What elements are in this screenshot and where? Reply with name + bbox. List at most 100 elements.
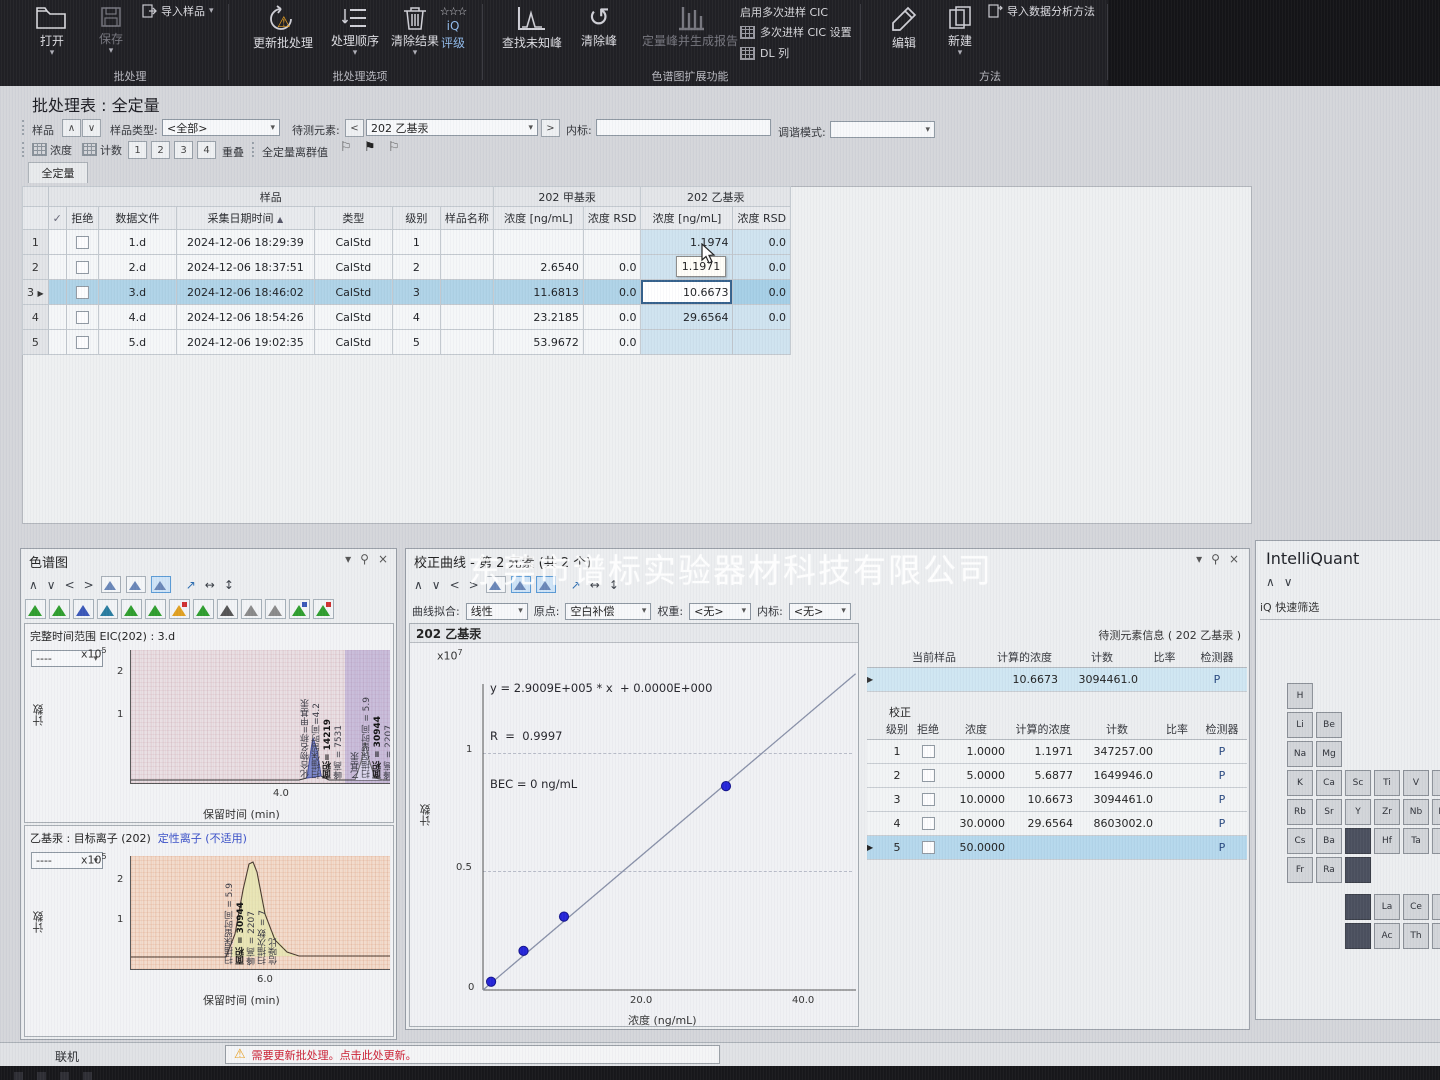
periodic-element-Na[interactable]: Na — [1287, 741, 1313, 767]
periodic-element-Ta[interactable]: Ta — [1403, 828, 1429, 854]
peak-tool-icon-10[interactable] — [265, 599, 286, 619]
detector-cell[interactable]: P — [1197, 788, 1247, 812]
periodic-element-H[interactable]: H — [1287, 683, 1313, 709]
flag-outline-icon2[interactable]: ⚐ — [388, 140, 400, 155]
analyte-prev-button[interactable]: < — [345, 119, 364, 137]
col-conc[interactable]: 浓度 — [943, 719, 1009, 740]
periodic-element-Be[interactable]: Be — [1316, 712, 1342, 738]
zoom-out-full-button[interactable]: ↗ — [184, 578, 198, 592]
samplename-cell[interactable] — [440, 330, 493, 355]
analyte-next-button[interactable]: > — [541, 119, 560, 137]
peak-tool-icon-6[interactable] — [169, 599, 190, 619]
samplename-cell[interactable] — [440, 255, 493, 280]
multi-injection-cic-settings[interactable]: 多次进样 CIC 设置 — [740, 24, 852, 40]
peak-tool-icon-12[interactable] — [313, 599, 334, 619]
detector-cell[interactable]: P — [1197, 836, 1247, 860]
level-cell[interactable]: 4 — [392, 305, 440, 330]
outlier-grip[interactable] — [252, 142, 258, 157]
periodic-series-marker[interactable] — [1345, 828, 1371, 854]
me-rsd-cell[interactable] — [583, 230, 641, 255]
show-counts-toggle[interactable]: 计数 — [80, 141, 124, 158]
calc-conc-cell[interactable]: 10.6673 — [1009, 788, 1077, 812]
et-conc-cell[interactable]: 29.6564 — [641, 305, 733, 330]
autoscale-x-button[interactable]: ↔ — [588, 578, 602, 592]
show-concentration-toggle[interactable]: 浓度 — [30, 141, 74, 158]
me-conc-cell[interactable]: 23.2185 — [493, 305, 583, 330]
periodic-series-marker[interactable] — [1345, 923, 1371, 949]
col-header-me-conc[interactable]: 浓度 [ng/mL] — [493, 207, 583, 230]
reject-checkbox[interactable] — [76, 286, 89, 299]
autoscale-y-button[interactable]: ↕ — [607, 578, 621, 592]
level-cell[interactable]: 5 — [392, 330, 440, 355]
et-rsd-cell[interactable] — [733, 330, 791, 355]
counts-cell[interactable] — [1077, 836, 1157, 860]
counts-cell[interactable]: 1649946.0 — [1077, 764, 1157, 788]
periodic-element-V[interactable]: V — [1403, 770, 1429, 796]
nav-up-button[interactable]: ∧ — [27, 578, 40, 592]
nav-next-button[interactable]: > — [467, 578, 481, 592]
periodic-series-marker[interactable] — [1345, 894, 1371, 920]
sample-down-button[interactable]: ∨ — [82, 119, 101, 137]
find-unknown-peaks-button[interactable]: 查找未知峰 — [498, 5, 566, 51]
conc-cell[interactable]: 1.0000 — [943, 740, 1009, 764]
samplename-cell[interactable] — [440, 280, 493, 305]
clear-peaks-button[interactable]: ↺ 清除峰 — [572, 5, 626, 49]
quant-report-button[interactable]: 定量峰并生成报告 — [640, 5, 740, 49]
col-header-reject[interactable]: 拒绝 — [66, 207, 98, 230]
periodic-element-Cs[interactable]: Cs — [1287, 828, 1313, 854]
fit-setting-select-0[interactable]: 线性▾ — [466, 603, 528, 620]
calibration-level-row[interactable]: 430.000029.65648603002.0P — [867, 812, 1247, 836]
autoscale-x-button[interactable]: ↔ — [203, 578, 217, 592]
nav-prev-button[interactable]: < — [63, 578, 77, 592]
me-conc-cell[interactable]: 53.9672 — [493, 330, 583, 355]
col-ratio[interactable]: 比率 — [1142, 647, 1187, 668]
row-number[interactable]: 4 — [23, 305, 49, 330]
periodic-element-Ac[interactable]: Ac — [1374, 923, 1400, 949]
calc-conc-cell[interactable] — [1009, 836, 1077, 860]
new-method-button[interactable]: 新建 ▾ — [936, 5, 984, 56]
filter-row-grip[interactable] — [22, 120, 28, 135]
row-number[interactable]: 3 ▶ — [23, 280, 49, 305]
tab-full-quant[interactable]: 全定量 — [28, 162, 88, 183]
datetime-cell[interactable]: 2024-12-06 18:54:26 — [176, 305, 314, 330]
level-cell[interactable]: 2 — [392, 255, 440, 280]
type-cell[interactable]: CalStd — [314, 330, 392, 355]
ratio-cell[interactable] — [1157, 788, 1197, 812]
periodic-element-Sr[interactable]: Sr — [1316, 799, 1342, 825]
target-ion-plot[interactable]: 扫描保留时间 = 5.9面积 = 30944峰高 = 2207扫描次数 = 7信… — [130, 856, 390, 970]
col-header-samplename[interactable]: 样品名称 — [440, 207, 493, 230]
ratio-cell[interactable] — [1157, 812, 1197, 836]
calibration-level-row[interactable]: 25.00005.68771649946.0P — [867, 764, 1247, 788]
flag-cell[interactable] — [48, 330, 66, 355]
calc-conc-cell[interactable]: 5.6877 — [1009, 764, 1077, 788]
edit-method-button[interactable]: 编辑 — [878, 5, 930, 51]
overlay-toggle[interactable]: 重叠 — [222, 144, 244, 160]
me-rsd-cell[interactable]: 0.0 — [583, 330, 641, 355]
peak-tool-icon-7[interactable] — [193, 599, 214, 619]
table-view-button[interactable] — [511, 576, 531, 593]
nav-up-button[interactable]: ∧ — [1264, 575, 1277, 589]
periodic-element-Mo[interactable]: Mo — [1432, 799, 1440, 825]
analyte-select[interactable]: 202 乙基汞▾ — [366, 119, 538, 136]
reject-cell[interactable] — [913, 836, 943, 860]
flag-cell[interactable] — [48, 280, 66, 305]
counts-cell[interactable]: 347257.00 — [1077, 740, 1157, 764]
type-cell[interactable]: CalStd — [314, 280, 392, 305]
me-conc-cell[interactable] — [493, 230, 583, 255]
calc-conc-cell[interactable]: 1.1971 — [1009, 740, 1077, 764]
tune-mode-select[interactable]: ▾ — [830, 121, 935, 138]
reject-cell[interactable] — [913, 788, 943, 812]
col-reject[interactable]: 拒绝 — [913, 719, 943, 740]
col-counts[interactable]: 计数 — [1077, 719, 1157, 740]
reject-checkbox[interactable] — [76, 311, 89, 324]
me-rsd-cell[interactable]: 0.0 — [583, 255, 641, 280]
save-button[interactable]: 保存 ▾ — [88, 5, 134, 54]
col-header-type[interactable]: 类型 — [314, 207, 392, 230]
conc-cell[interactable]: 30.0000 — [943, 812, 1009, 836]
type-cell[interactable]: CalStd — [314, 305, 392, 330]
reject-checkbox[interactable] — [922, 817, 935, 830]
conc-cell[interactable]: 5.0000 — [943, 764, 1009, 788]
batch-table-row[interactable]: 55.d2024-12-06 19:02:35CalStd553.96720.0 — [23, 330, 791, 355]
periodic-element-Pr[interactable]: Pr — [1432, 894, 1440, 920]
periodic-element-Ba[interactable]: Ba — [1316, 828, 1342, 854]
